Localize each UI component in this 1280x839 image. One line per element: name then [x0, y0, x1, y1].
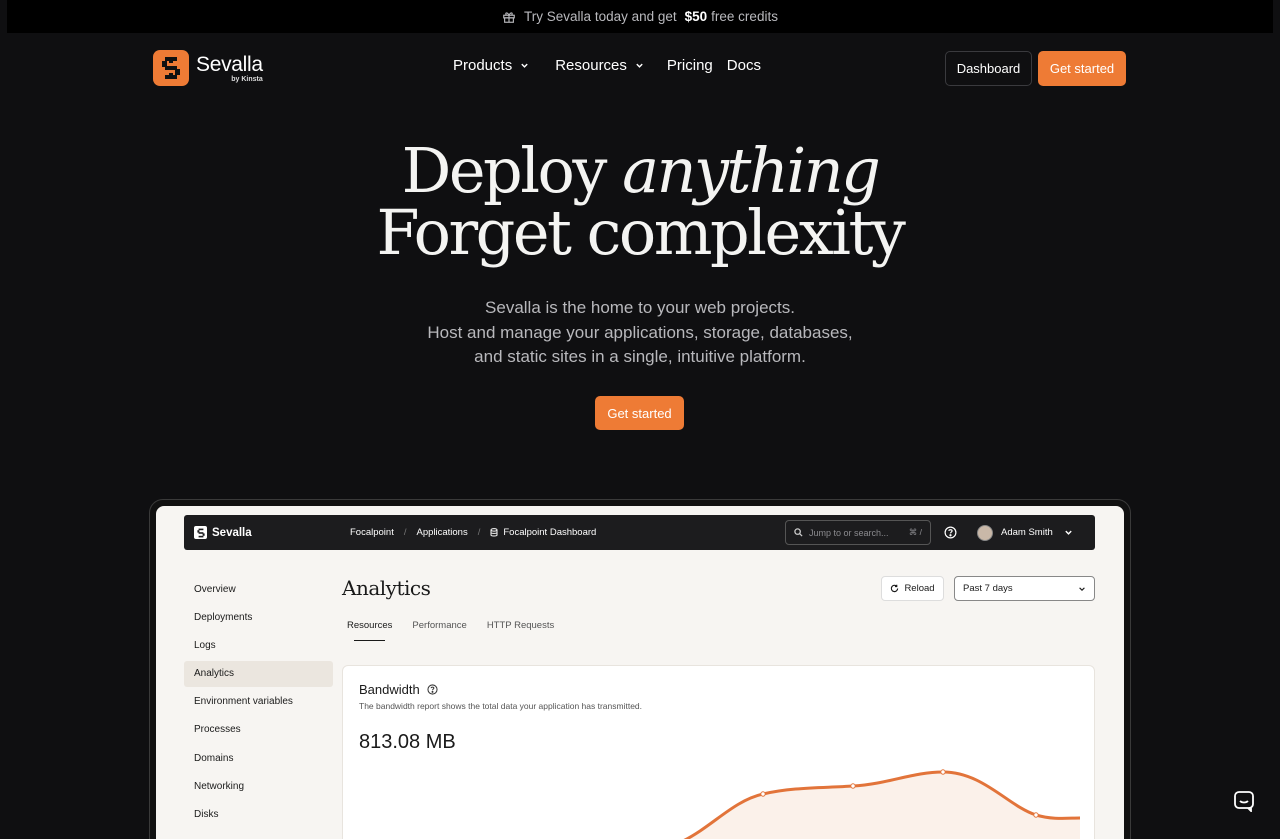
breadcrumb-separator: /	[403, 527, 407, 538]
help-icon[interactable]	[944, 526, 957, 539]
date-range-value: Past 7 days	[963, 583, 1013, 594]
reload-button[interactable]: Reload	[881, 576, 944, 601]
chart-point	[940, 769, 946, 775]
chevron-down-icon	[1065, 530, 1072, 535]
nav-pricing-label: Pricing	[666, 57, 713, 74]
sidebar-item-overview[interactable]: Overview	[184, 576, 333, 602]
nav-products-label: Products	[453, 57, 513, 74]
reload-label: Reload	[904, 583, 935, 594]
app-search-input[interactable]: Jump to or search... ⌘ /	[785, 520, 931, 545]
announcement-bar[interactable]: Try Sevalla today and get $50 free credi…	[7, 0, 1273, 33]
app-topbar: Sevalla Focalpoint / Applications / Foca…	[184, 515, 1095, 550]
sidebar-item-domains[interactable]: Domains	[184, 745, 333, 771]
user-menu[interactable]: Adam Smith	[977, 524, 1073, 541]
nav-docs-label: Docs	[726, 57, 761, 74]
app-logo-icon	[194, 526, 207, 539]
chat-launcher[interactable]	[1228, 785, 1260, 817]
nav-docs[interactable]: Docs	[727, 57, 761, 74]
gift-icon	[503, 11, 515, 23]
sidebar-item-disks[interactable]: Disks	[184, 802, 333, 828]
tab-performance[interactable]: Performance	[412, 620, 466, 637]
hero-sub-line1: Sevalla is the home to your web projects…	[485, 298, 795, 317]
sevalla-logo-icon	[153, 50, 189, 86]
chart-point	[1033, 812, 1039, 818]
database-icon	[490, 528, 498, 537]
page-title: Analytics	[342, 576, 431, 600]
nav-products[interactable]: Products	[453, 57, 529, 74]
hero-sub-line3: and static sites in a single, intuitive …	[474, 347, 806, 366]
sidebar-item-logs[interactable]: Logs	[184, 632, 333, 658]
hero-get-started-button[interactable]: Get started	[595, 396, 684, 430]
logo-name: Sevalla	[196, 52, 263, 76]
chevron-down-icon	[521, 63, 528, 68]
nav-resources[interactable]: Resources	[555, 57, 644, 74]
chevron-down-icon	[1079, 586, 1085, 591]
nav-get-started-button[interactable]: Get started	[1038, 51, 1126, 86]
search-icon	[794, 528, 803, 537]
hero-title-line2: Forget complexity	[376, 196, 906, 269]
app-preview: Sevalla Focalpoint / Applications / Foca…	[156, 506, 1124, 839]
logo-by: by Kinsta	[231, 75, 263, 83]
refresh-icon	[891, 584, 899, 593]
hero-subtitle: Sevalla is the home to your web projects…	[0, 296, 1280, 370]
chat-icon	[1234, 791, 1254, 812]
app-logo[interactable]: Sevalla	[194, 526, 252, 539]
chart-point	[760, 791, 766, 797]
announcement-amount: $50	[684, 9, 708, 24]
chevron-down-icon	[636, 63, 643, 68]
sevalla-logo[interactable]: Sevalla by Kinsta	[153, 50, 263, 86]
breadcrumb-separator: /	[477, 527, 481, 538]
app-sidebar: Overview Deployments Logs Analytics Envi…	[184, 576, 333, 830]
tab-resources[interactable]: Resources	[347, 620, 392, 641]
bandwidth-card: Bandwidth The bandwidth report shows the…	[342, 665, 1095, 839]
main-nav: Products Resources Pricing Docs	[453, 57, 761, 74]
tab-http-requests[interactable]: HTTP Requests	[487, 620, 554, 637]
sidebar-item-deployments[interactable]: Deployments	[184, 604, 333, 630]
app-logo-name: Sevalla	[212, 526, 252, 539]
nav-pricing[interactable]: Pricing	[667, 57, 713, 74]
chart-point	[850, 783, 856, 789]
breadcrumb-focalpoint[interactable]: Focalpoint	[350, 527, 394, 538]
sidebar-item-analytics[interactable]: Analytics	[184, 660, 333, 687]
search-shortcut: ⌘ /	[908, 527, 922, 537]
analytics-tabs: Resources Performance HTTP Requests	[347, 620, 554, 641]
hero-sub-line2: Host and manage your applications, stora…	[427, 322, 853, 342]
breadcrumb-applications[interactable]: Applications	[416, 527, 467, 538]
breadcrumb-dashboard-label: Focalpoint Dashboard	[503, 527, 597, 538]
announcement-suffix: free credits	[711, 9, 778, 24]
avatar	[977, 524, 993, 541]
nav-resources-label: Resources	[555, 57, 627, 74]
hero-title: Deploy anything Forget complexity	[0, 140, 1280, 264]
sidebar-item-environment-variables[interactable]: Environment variables	[184, 689, 333, 715]
breadcrumb-dashboard[interactable]: Focalpoint Dashboard	[490, 527, 596, 538]
search-placeholder: Jump to or search...	[809, 527, 889, 538]
sidebar-item-networking[interactable]: Networking	[184, 773, 333, 799]
user-name: Adam Smith	[1001, 527, 1053, 538]
dashboard-button[interactable]: Dashboard	[945, 51, 1032, 86]
date-range-select[interactable]: Past 7 days	[954, 576, 1095, 601]
sidebar-item-processes[interactable]: Processes	[184, 717, 333, 743]
bandwidth-chart	[683, 769, 1081, 839]
breadcrumb: Focalpoint / Applications / Focalpoint D…	[350, 527, 596, 538]
announcement-text: Try Sevalla today and get	[524, 9, 677, 24]
